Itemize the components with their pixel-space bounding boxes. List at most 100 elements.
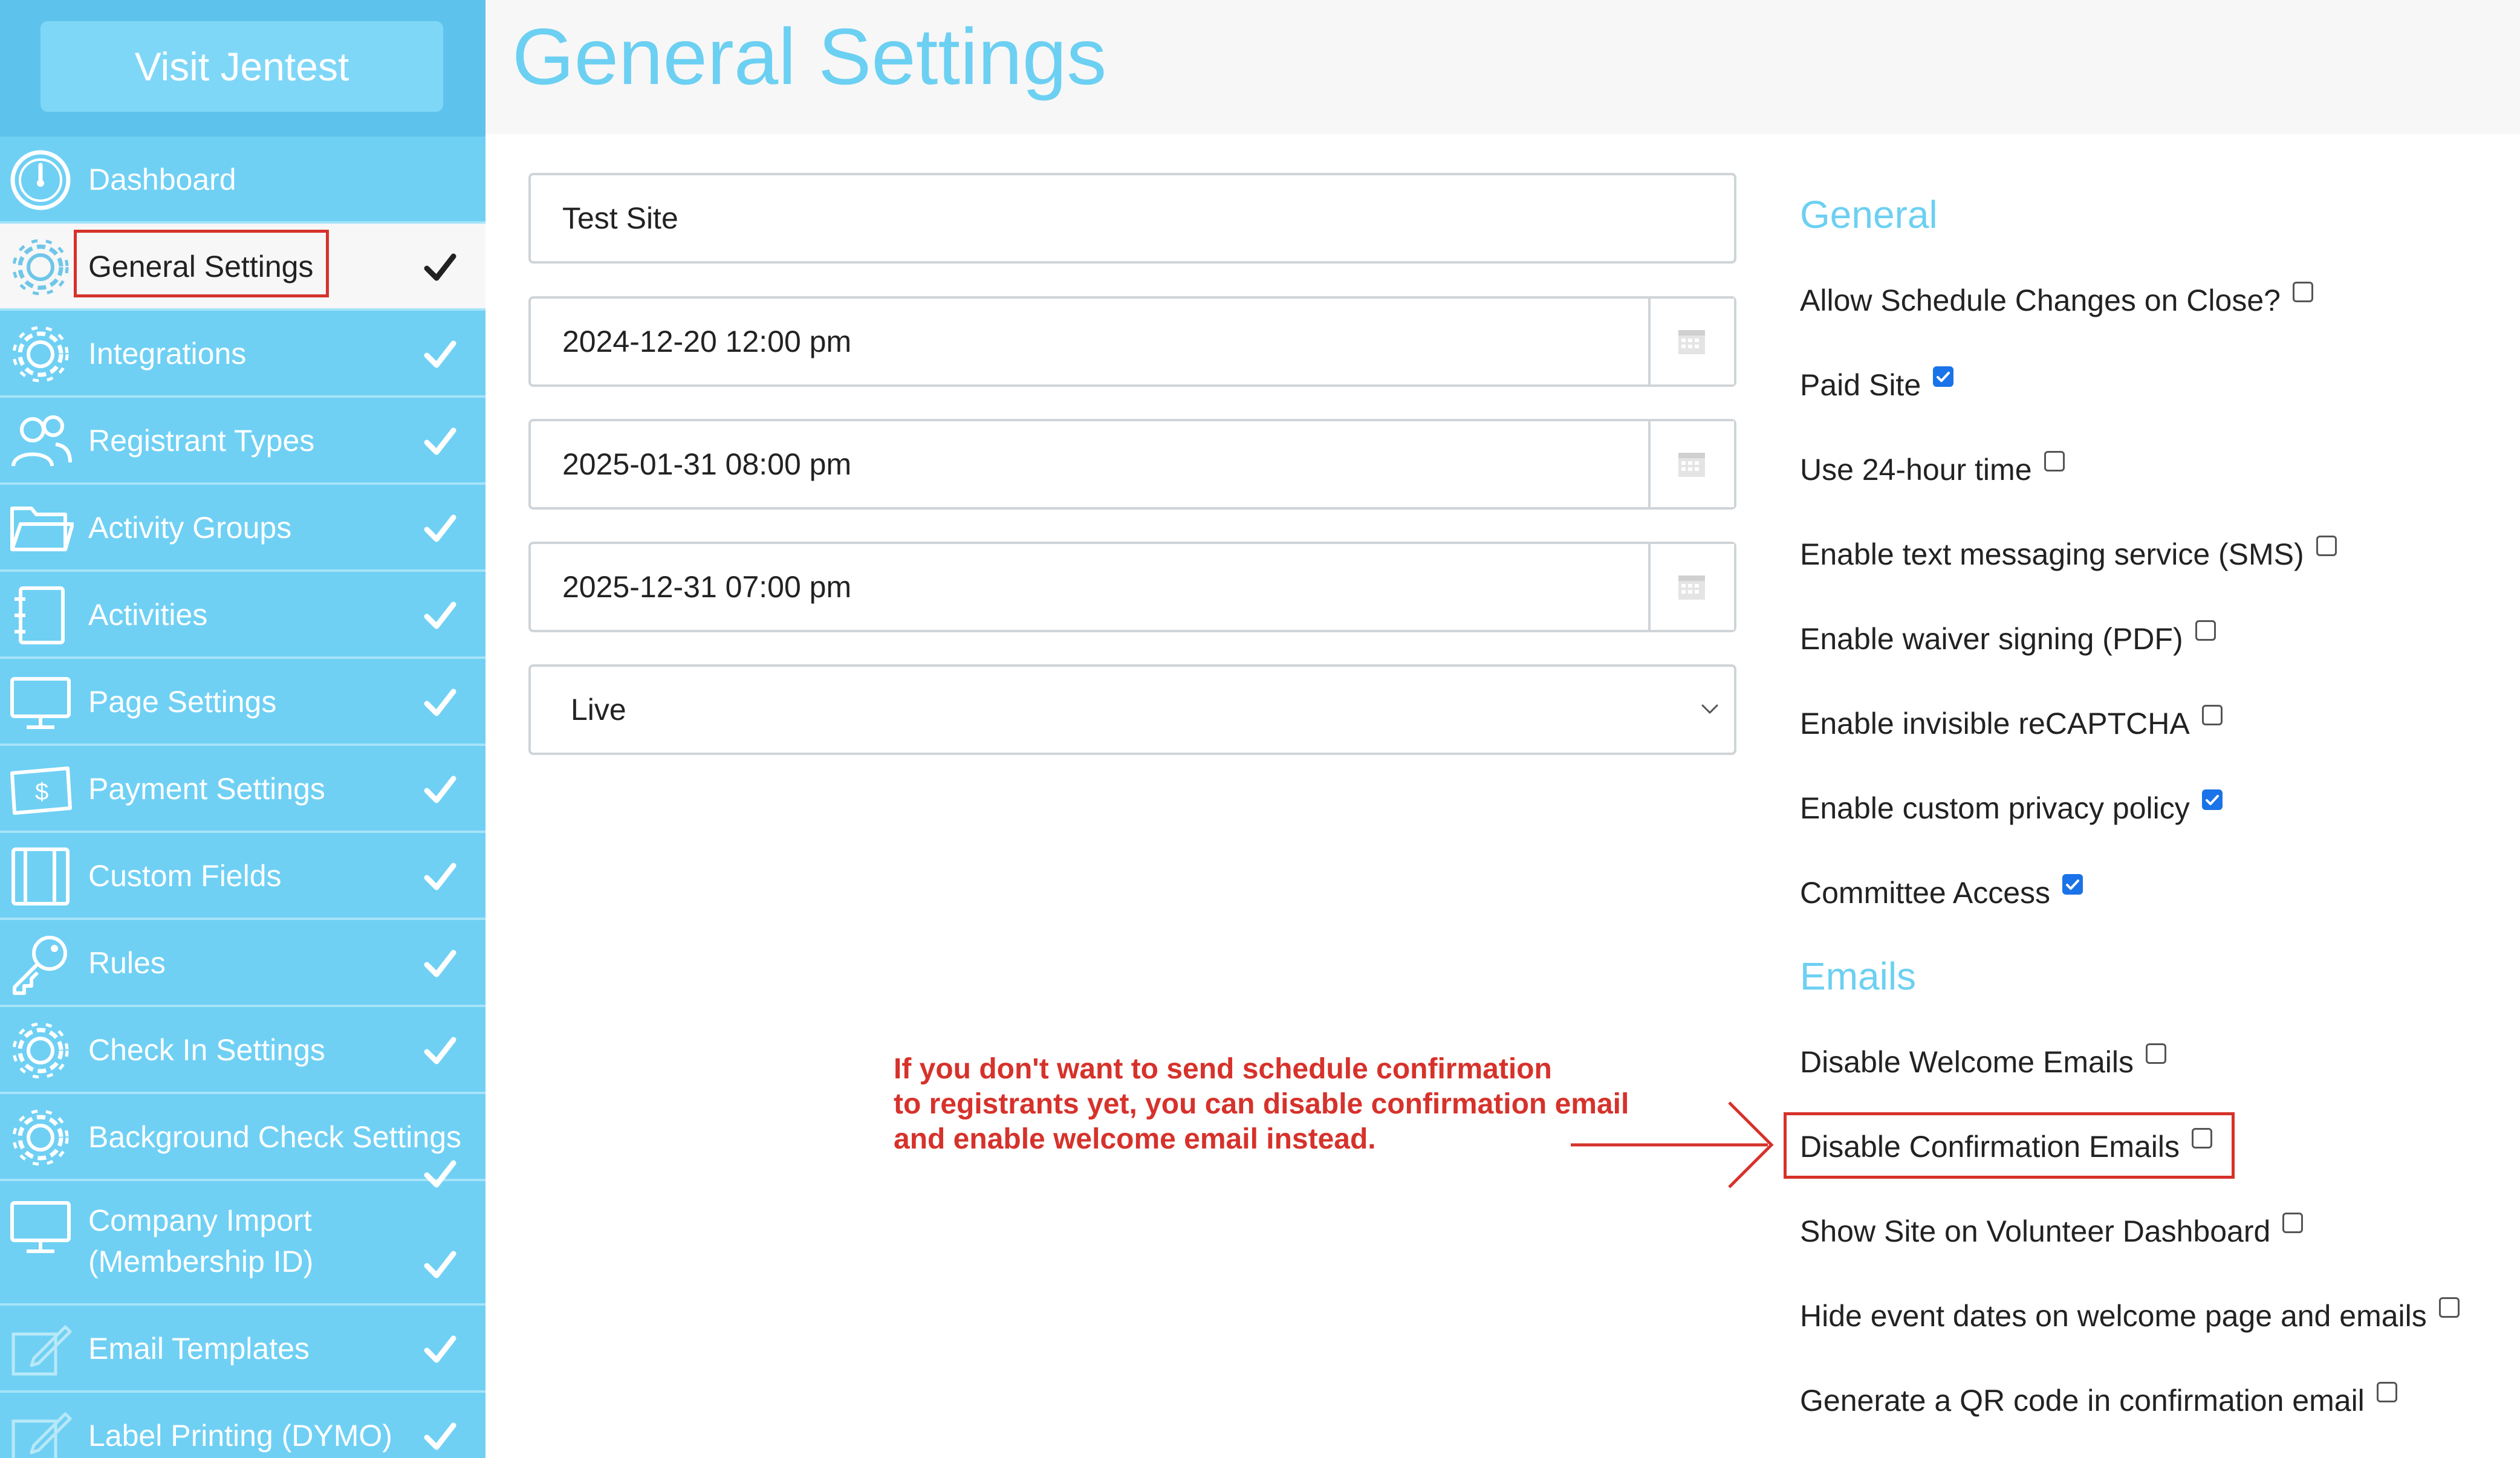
sidebar-item-label: Activities — [88, 598, 208, 632]
sidebar-item-payment-settings[interactable]: $ Payment Settings — [0, 746, 485, 833]
option-sms: Enable text messaging service (SMS) — [1800, 536, 2337, 572]
option-24-hour-time: Use 24-hour time — [1800, 451, 2065, 487]
paid-site-checkbox[interactable] — [1933, 366, 1954, 387]
option-label: Hide event dates on welcome page and ema… — [1800, 1299, 2427, 1333]
24-hour-time-checkbox[interactable] — [2044, 451, 2065, 471]
checkmark-icon — [424, 950, 456, 977]
sidebar-item-label: Activity Groups — [88, 511, 292, 545]
end-date-value: 2025-01-31 08:00 pm — [562, 447, 852, 481]
sidebar-item-label: Payment Settings — [88, 772, 325, 806]
checkmark-icon — [424, 776, 456, 803]
option-label: Paid Site — [1800, 368, 1921, 402]
option-label: Committee Access — [1800, 876, 2051, 910]
show-on-volunteer-dashboard-checkbox[interactable] — [2282, 1213, 2304, 1233]
calendar-button[interactable] — [1648, 299, 1734, 384]
option-disable-welcome-emails: Disable Welcome Emails — [1800, 1043, 2167, 1080]
option-paid-site: Paid Site — [1800, 366, 1954, 403]
checkmark-icon — [424, 253, 456, 281]
sidebar-item-label: Email Templates — [88, 1332, 310, 1366]
option-label: Enable waiver signing (PDF) — [1800, 622, 2183, 656]
calendar-button[interactable] — [1648, 544, 1734, 630]
gear-icon — [12, 239, 69, 296]
pencil-icon — [11, 1325, 72, 1376]
end-date-input[interactable]: 2025-01-31 08:00 pm — [528, 419, 1736, 510]
site-name-input[interactable]: Test Site — [528, 173, 1736, 264]
waiver-signing-checkbox[interactable] — [2195, 620, 2216, 641]
start-date-input[interactable]: 2024-12-20 12:00 pm — [528, 296, 1736, 387]
sidebar-header: Visit Jentest — [0, 0, 485, 137]
visit-site-button[interactable]: Visit Jentest — [41, 21, 443, 112]
option-label: Enable custom privacy policy — [1800, 791, 2190, 825]
sidebar-item-label: Registrant Types — [88, 424, 315, 458]
calendar-icon — [1678, 453, 1705, 477]
checkmark-icon — [424, 340, 456, 368]
annotation-line: If you don't want to send schedule confi… — [894, 1053, 1552, 1085]
option-label: Enable text messaging service (SMS) — [1800, 537, 2304, 571]
gear-icon — [12, 1109, 69, 1166]
chevron-down-icon — [1701, 704, 1718, 714]
checkmark-icon — [1937, 372, 1950, 382]
sidebar-item-label: Dashboard — [88, 163, 236, 196]
checkmark-icon — [2066, 880, 2080, 890]
disable-welcome-emails-checkbox[interactable] — [2146, 1043, 2167, 1064]
highlight-box-confirmation-emails — [1784, 1112, 2235, 1179]
svg-text:$: $ — [35, 779, 48, 805]
option-label: Allow Schedule Changes on Close? — [1800, 284, 2281, 317]
sidebar-item-label-printing[interactable]: Label Printing (DYMO) — [0, 1393, 485, 1458]
sidebar-item-check-in-settings[interactable]: Check In Settings — [0, 1007, 485, 1094]
monitor-icon — [10, 677, 71, 729]
allow-schedule-changes-checkbox[interactable] — [2292, 282, 2313, 302]
sidebar-item-label: Page Settings — [88, 685, 277, 719]
notebook-icon — [11, 847, 70, 906]
sidebar-item-company-import[interactable]: Company Import (Membership ID) — [0, 1181, 485, 1306]
qr-code-checkbox[interactable] — [2376, 1382, 2397, 1402]
sidebar-item-label: Custom Fields — [88, 859, 282, 893]
custom-privacy-policy-checkbox[interactable] — [2201, 789, 2223, 810]
sidebar-item-custom-fields[interactable]: Custom Fields — [0, 833, 485, 920]
option-label: Show Site on Volunteer Dashboard — [1800, 1214, 2271, 1248]
committee-access-checkbox[interactable] — [2062, 874, 2083, 895]
annotation-arrow-icon — [1571, 1101, 1774, 1188]
annotation-line: and enable welcome email instead. — [894, 1123, 1376, 1155]
sidebar-item-label: Integrations — [88, 337, 247, 371]
checkmark-icon — [424, 1037, 456, 1064]
sidebar-item-activity-groups[interactable]: Activity Groups — [0, 485, 485, 572]
checkmark-icon — [424, 1422, 456, 1450]
calendar-button[interactable] — [1648, 421, 1734, 507]
sidebar-item-registrant-types[interactable]: Registrant Types — [0, 398, 485, 485]
annotation-note: If you don't want to send schedule confi… — [894, 1052, 1680, 1157]
sidebar-item-label: (Membership ID) — [88, 1245, 314, 1278]
gear-icon — [12, 326, 69, 383]
status-select-value: Live — [571, 693, 626, 727]
close-date-value: 2025-12-31 07:00 pm — [562, 570, 852, 604]
sidebar-item-background-check-settings[interactable]: Background Check Settings — [0, 1094, 485, 1188]
sidebar-item-label: Label Printing (DYMO) — [88, 1419, 392, 1453]
sms-checkbox[interactable] — [2316, 536, 2337, 556]
annotation-line: to registrants yet, you can disable conf… — [894, 1088, 1629, 1120]
general-heading: General — [1800, 193, 1938, 236]
recaptcha-checkbox[interactable] — [2201, 705, 2223, 725]
sidebar-item-dashboard[interactable]: Dashboard — [0, 137, 485, 224]
emails-heading: Emails — [1800, 954, 1917, 998]
checkmark-icon — [424, 514, 456, 542]
sidebar-item-integrations[interactable]: Integrations — [0, 311, 485, 398]
gear-icon — [12, 1022, 69, 1079]
option-waiver-signing: Enable waiver signing (PDF) — [1800, 620, 2216, 656]
page-title: General Settings — [512, 12, 1107, 101]
status-select[interactable]: Live — [528, 664, 1736, 755]
option-label: Use 24-hour time — [1800, 453, 2032, 487]
hide-event-dates-checkbox[interactable] — [2438, 1297, 2460, 1318]
sidebar-item-rules[interactable]: Rules — [0, 920, 485, 1007]
monitor-icon — [10, 1201, 71, 1253]
checkmark-icon — [424, 1335, 456, 1363]
sidebar-item-email-templates[interactable]: Email Templates — [0, 1306, 485, 1393]
dashboard-icon — [10, 150, 71, 210]
option-qr-code: Generate a QR code in confirmation email — [1800, 1382, 2397, 1418]
checkmark-icon — [424, 601, 456, 629]
pencil-icon — [11, 1412, 72, 1458]
checkmark-icon — [424, 1251, 456, 1278]
close-date-input[interactable]: 2025-12-31 07:00 pm — [528, 542, 1736, 632]
sidebar-item-page-settings[interactable]: Page Settings — [0, 659, 485, 746]
sidebar-item-label: Background Check Settings — [88, 1120, 462, 1154]
sidebar-item-activities[interactable]: Activities — [0, 572, 485, 659]
